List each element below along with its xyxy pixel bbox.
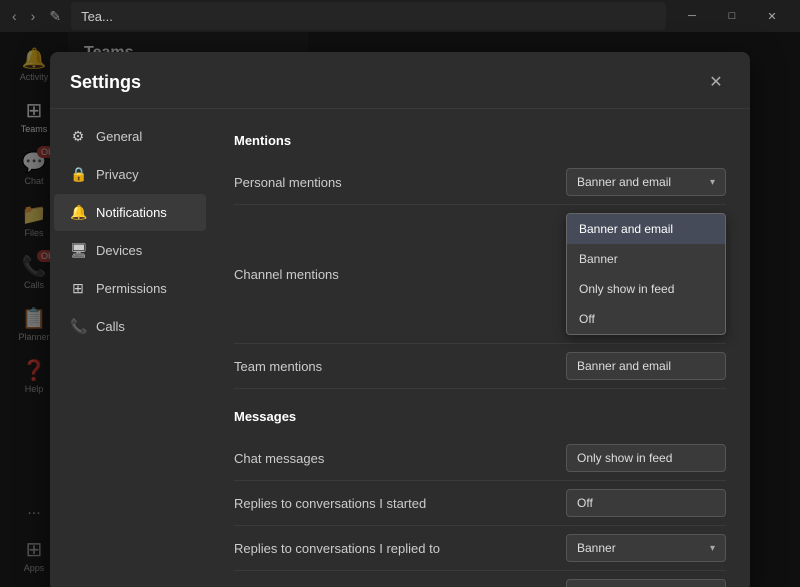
nav-item-permissions[interactable]: ⊞ Permissions [54,270,206,307]
personal-mentions-value: Banner and email [577,175,671,189]
nav-item-notifications[interactable]: 🔔 Notifications [54,194,206,231]
minimize-button[interactable]: ─ [672,2,712,30]
team-mentions-label: Team mentions [234,359,566,374]
nav-label-permissions: Permissions [96,281,167,296]
nav-item-calls[interactable]: 📞 Calls [54,308,206,345]
settings-nav: ⚙ General 🔒 Privacy 🔔 Notifications [50,109,210,587]
settings-body: ⚙ General 🔒 Privacy 🔔 Notifications [50,109,750,587]
compose-button[interactable]: ✎ [45,6,65,27]
chat-messages-row: Chat messages Only show in feed [234,436,726,481]
general-icon: ⚙ [70,128,86,145]
channel-mentions-option-banner-email[interactable]: Banner and email [567,214,725,244]
replies-started-dropdown[interactable]: Off [566,489,726,517]
personal-mentions-label: Personal mentions [234,175,566,190]
replies-replied-dropdown[interactable]: Banner ▾ [566,534,726,562]
chat-messages-value: Only show in feed [577,451,672,465]
settings-content: Mentions Personal mentions Banner and em… [210,109,750,587]
channel-mentions-option-banner[interactable]: Banner [567,244,725,274]
nav-label-calls: Calls [96,319,125,334]
nav-label-devices: Devices [96,243,142,258]
personal-mentions-dropdown[interactable]: Banner and email ▾ [566,168,726,196]
nav-label-privacy: Privacy [96,167,139,182]
channel-mentions-row: Channel mentions Banner and email Banner… [234,205,726,344]
devices-icon: 🖥 [70,242,86,259]
channel-mentions-option-feed[interactable]: Only show in feed [567,274,725,304]
nav-item-devices[interactable]: 🖥 Devices [54,232,206,269]
channel-mentions-option-off[interactable]: Off [567,304,725,334]
forward-button[interactable]: › [27,6,40,26]
calls-nav-icon: 📞 [70,318,86,335]
nav-item-privacy[interactable]: 🔒 Privacy [54,156,206,193]
team-mentions-row: Team mentions Banner and email [234,344,726,389]
settings-dialog: Settings ✕ ⚙ General 🔒 Privacy [50,52,750,587]
replies-replied-row: Replies to conversations I replied to Ba… [234,526,726,571]
permissions-icon: ⊞ [70,280,86,297]
likes-reactions-dropdown[interactable]: Banner ▾ [566,579,726,587]
maximize-button[interactable]: □ [712,2,752,30]
replies-started-label: Replies to conversations I started [234,496,566,511]
chat-messages-label: Chat messages [234,451,566,466]
nav-label-general: General [96,129,142,144]
replies-replied-arrow: ▾ [710,543,715,554]
settings-title: Settings [70,72,141,93]
chat-messages-dropdown[interactable]: Only show in feed [566,444,726,472]
channel-mentions-dropdown-open[interactable]: Banner and email Banner Only show in fee… [566,213,726,335]
messages-section-header: Messages [234,409,726,424]
settings-close-button[interactable]: ✕ [702,68,730,96]
replies-started-row: Replies to conversations I started Off [234,481,726,526]
back-button[interactable]: ‹ [8,6,21,26]
nav-item-general[interactable]: ⚙ General [54,118,206,155]
replies-replied-value: Banner [577,541,616,555]
channel-mentions-dropdown-container: Banner and email Banner Only show in fee… [566,213,726,335]
personal-mentions-row: Personal mentions Banner and email ▾ [234,160,726,205]
modal-overlay: Settings ✕ ⚙ General 🔒 Privacy [0,32,800,587]
privacy-icon: 🔒 [70,166,86,183]
channel-mentions-label: Channel mentions [234,267,566,282]
likes-reactions-row: Likes and reactions Banner ▾ [234,571,726,587]
app-title: Tea... [81,9,113,24]
settings-header: Settings ✕ [50,52,750,109]
team-mentions-value: Banner and email [577,359,671,373]
window-close-button[interactable]: ✕ [752,2,792,30]
notifications-icon: 🔔 [70,204,86,221]
replies-replied-label: Replies to conversations I replied to [234,541,566,556]
replies-started-value: Off [577,496,593,510]
personal-mentions-arrow: ▾ [710,177,715,188]
team-mentions-dropdown[interactable]: Banner and email [566,352,726,380]
nav-label-notifications: Notifications [96,205,167,220]
mentions-section-header: Mentions [234,133,726,148]
top-bar: ‹ › ✎ Tea... ─ □ ✕ [0,0,800,32]
